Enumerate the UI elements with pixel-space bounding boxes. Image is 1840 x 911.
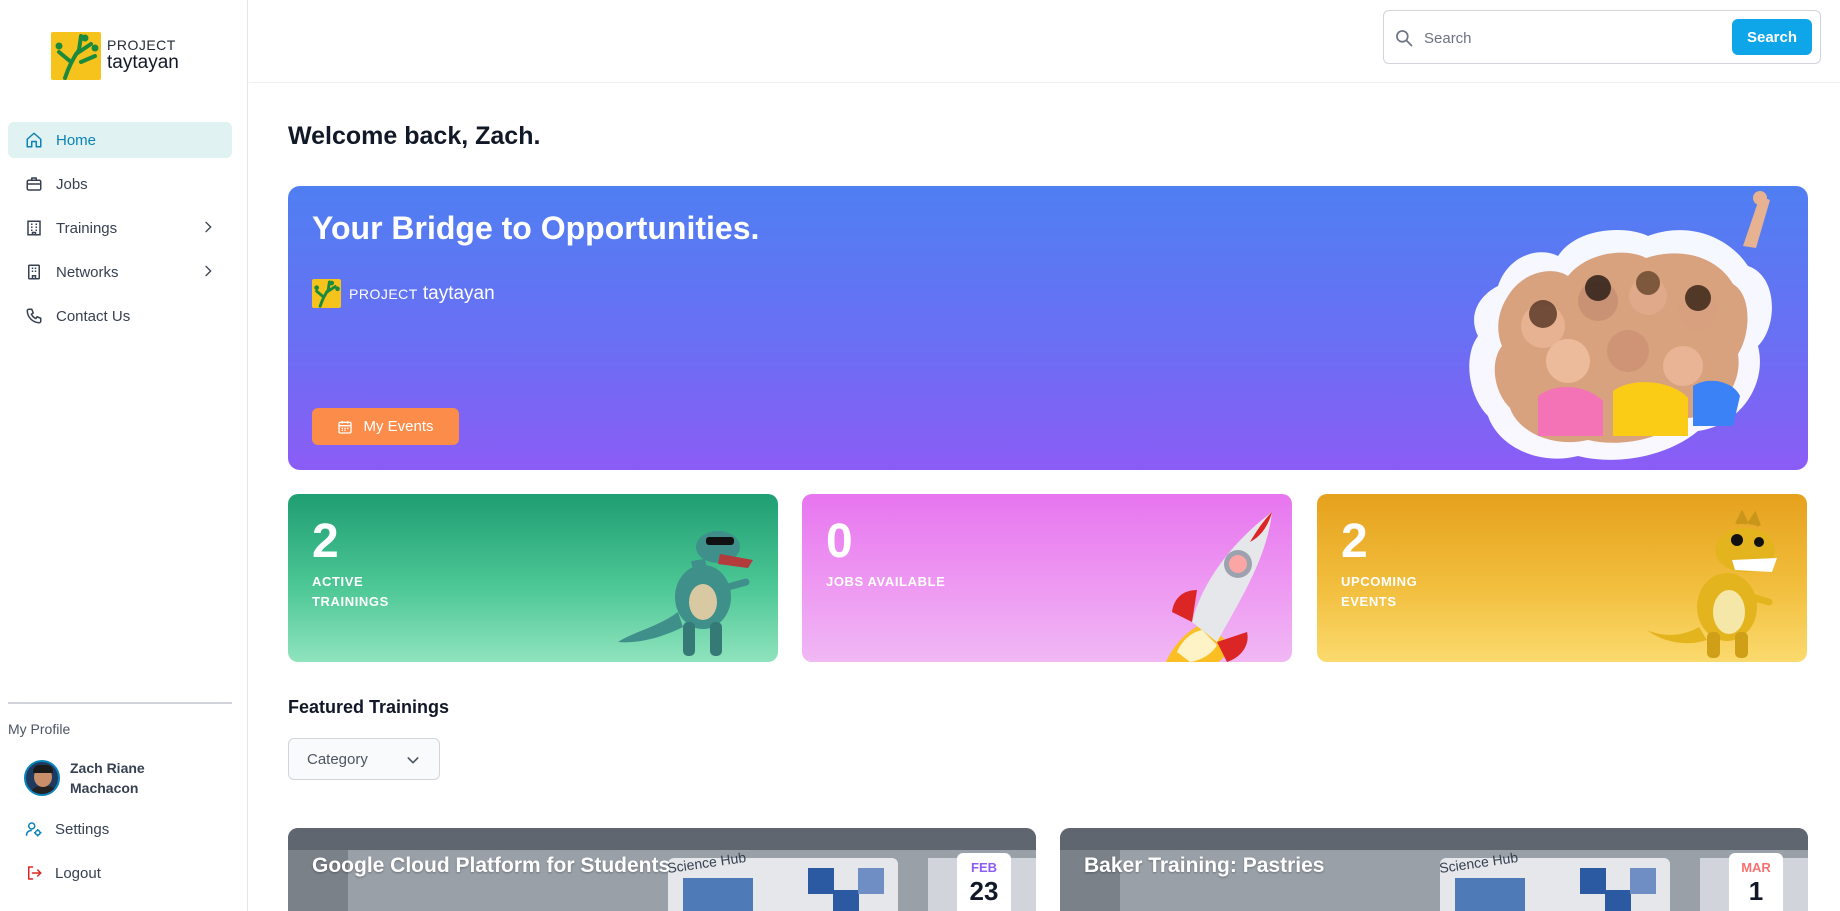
stat-label: JOBS AVAILABLE	[826, 574, 946, 589]
stat-label: ACTIVE TRAININGS	[312, 574, 389, 610]
dinosaur-trex-icon	[1637, 502, 1797, 662]
stat-card-active-trainings[interactable]: 2 ACTIVE TRAININGS	[288, 494, 778, 662]
training-date-badge: FEB 23	[957, 853, 1011, 911]
dinosaur-sunglasses-icon	[608, 502, 768, 662]
sidebar-item-trainings[interactable]: Trainings	[8, 210, 232, 246]
taytayan-logo-icon	[51, 32, 101, 80]
top-bar: Search	[249, 0, 1840, 83]
briefcase-icon	[24, 174, 44, 194]
sidebar-item-home[interactable]: Home	[8, 122, 232, 158]
training-title: Google Cloud Platform for Students	[312, 854, 671, 877]
stat-card-jobs-available[interactable]: 0 JOBS AVAILABLE	[802, 494, 1292, 662]
stat-label: UPCOMING EVENTS	[1341, 574, 1418, 610]
brand-line2: taytayan	[107, 52, 179, 74]
settings-link[interactable]: Settings	[24, 819, 109, 839]
settings-label: Settings	[55, 820, 110, 838]
taytayan-logo-icon	[312, 279, 341, 308]
hero-banner: Your Bridge to Opportunities. PROJECT ta…	[288, 186, 1808, 470]
logout-icon	[24, 863, 44, 883]
training-date-month: FEB	[971, 860, 997, 875]
training-card[interactable]: Science Hub Baker Training: Pastries MAR…	[1060, 828, 1808, 911]
chevron-right-icon	[200, 219, 216, 239]
brand-text: PROJECT taytayan	[107, 36, 179, 74]
search-input[interactable]	[1424, 25, 1724, 51]
home-icon	[24, 130, 44, 150]
stat-value: 2	[1341, 515, 1368, 568]
calendar-icon	[337, 419, 353, 435]
sidebar-item-networks[interactable]: Networks	[8, 254, 232, 290]
hero-brand-logo: PROJECT taytayan	[312, 279, 495, 308]
featured-trainings-title: Featured Trainings	[288, 697, 450, 717]
my-events-button[interactable]: My Events	[312, 408, 459, 445]
stat-card-upcoming-events[interactable]: 2 UPCOMING EVENTS	[1317, 494, 1807, 662]
settings-users-icon	[24, 819, 44, 839]
profile-section-title: My Profile	[8, 721, 71, 737]
search-button[interactable]: Search	[1732, 19, 1812, 55]
network-building-icon	[24, 262, 44, 282]
hero-title: Your Bridge to Opportunities.	[312, 210, 760, 246]
my-events-label: My Events	[363, 418, 434, 435]
crowd-photo	[1388, 186, 1788, 470]
stat-value: 2	[312, 515, 339, 568]
chevron-right-icon	[200, 263, 216, 283]
sidebar: PROJECT taytayan Home Jobs Trainings Net…	[0, 0, 248, 911]
training-date-day: 1	[1748, 876, 1764, 906]
sidebar-item-label: Contact Us	[56, 307, 131, 325]
hero-brand-line1: PROJECT	[349, 285, 418, 302]
sidebar-item-jobs[interactable]: Jobs	[8, 166, 232, 202]
training-title: Baker Training: Pastries	[1084, 854, 1325, 877]
category-dropdown[interactable]: Category	[288, 738, 440, 780]
brand-line1: PROJECT	[107, 36, 176, 53]
sidebar-item-label: Jobs	[56, 175, 88, 193]
app: PROJECT taytayan Home Jobs Trainings Net…	[0, 0, 1840, 911]
profile-divider	[8, 702, 232, 704]
sidebar-item-contact-us[interactable]: Contact Us	[8, 298, 232, 334]
logout-label: Logout	[55, 864, 101, 882]
profile-user-name: Zach Riane Machacon	[70, 760, 145, 797]
brand-logo[interactable]: PROJECT taytayan	[51, 32, 179, 80]
training-card[interactable]: Science Hub Google Cloud Platform for St…	[288, 828, 1036, 911]
sidebar-nav: Home Jobs Trainings Networks Contact Us	[8, 122, 232, 342]
training-date-badge: MAR 1	[1729, 853, 1783, 911]
profile-user[interactable]: Zach Riane Machacon	[24, 758, 170, 799]
logout-link[interactable]: Logout	[24, 863, 101, 883]
sidebar-item-label: Trainings	[56, 219, 118, 237]
training-date-month: MAR	[1741, 860, 1771, 875]
sidebar-item-label: Networks	[56, 263, 119, 281]
building-icon	[24, 218, 44, 238]
sidebar-item-label: Home	[56, 131, 97, 149]
search-box: Search	[1383, 10, 1821, 64]
hero-brand-line2: taytayan	[422, 282, 495, 304]
training-date-day: 23	[969, 876, 999, 906]
welcome-heading: Welcome back, Zach.	[288, 122, 541, 150]
search-icon	[1394, 28, 1414, 53]
stat-value: 0	[826, 515, 853, 568]
category-label: Category	[307, 750, 368, 768]
chevron-down-icon	[405, 752, 421, 772]
phone-icon	[24, 306, 44, 326]
avatar	[24, 760, 60, 797]
rocket-icon	[1122, 502, 1282, 662]
